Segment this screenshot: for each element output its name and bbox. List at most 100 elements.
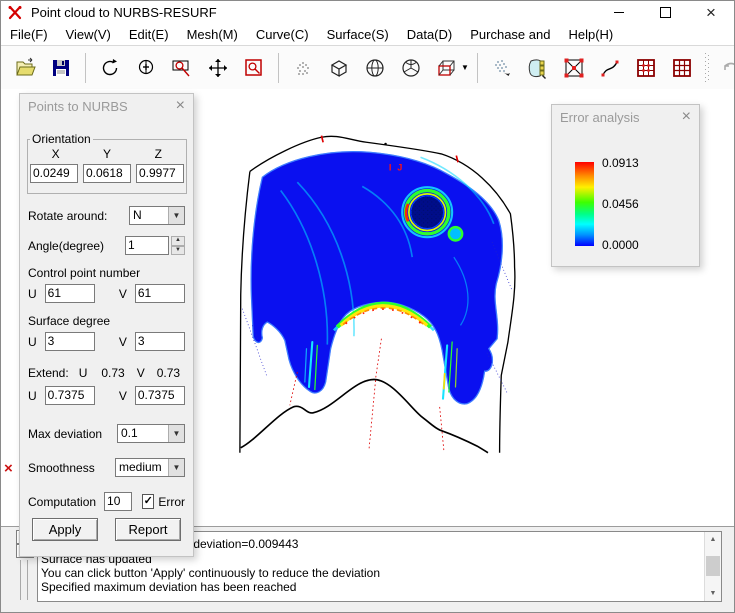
error-colorbar [575,162,594,246]
error-panel-close-icon[interactable]: × [682,109,691,125]
apply-button[interactable]: Apply [32,518,98,541]
computation-label: Computation [28,495,96,509]
grid-icon[interactable] [669,54,695,82]
max-deviation-select[interactable]: 0.1 ▼ [117,424,185,443]
v-label: V [119,335,127,349]
zoom-rect-icon[interactable] [169,54,195,82]
chevron-down-icon[interactable]: ▼ [168,459,184,476]
red-x-marker-icon: × [4,460,13,477]
open-icon[interactable] [12,54,38,82]
uv-marker-label: I J [389,163,404,173]
menu-edit[interactable]: Edit(E) [120,25,178,44]
points-to-nurbs-dialog: Points to NURBS × Orientation X Y Z 0.02… [19,93,194,557]
extend-v-field[interactable]: 0.7375 [135,386,185,405]
point-cloud-icon[interactable] [290,54,316,82]
orientation-legend: Orientation [30,132,93,146]
surface-grid-icon[interactable] [525,54,551,82]
control-point-u-field[interactable]: 61 [45,284,95,303]
chevron-down-icon[interactable]: ▼ [168,207,184,224]
menu-file[interactable]: File(F) [1,25,57,44]
window-title: Point cloud to NURBS-RESURF [31,5,217,20]
control-net-icon[interactable] [561,54,587,82]
error-panel-title-bar[interactable]: Error analysis × [552,105,699,129]
u-label: U [28,389,37,403]
menu-view[interactable]: View(V) [57,25,120,44]
cloud-to-surface-icon[interactable] [489,54,515,82]
sphere-u-icon[interactable] [362,54,388,82]
control-point-v-field[interactable]: 61 [135,284,185,303]
error-checkbox[interactable]: ✓ [142,494,154,509]
error-checkbox-label: Error [158,495,185,509]
status-bar [1,603,735,613]
smoothness-select[interactable]: medium ▼ [115,458,185,477]
u-label: U [28,335,37,349]
save-icon[interactable] [48,54,74,82]
menu-curve[interactable]: Curve(C) [247,25,318,44]
scrollbar-thumb[interactable] [706,556,720,576]
title-bar: Point cloud to NURBS-RESURF × [1,1,734,24]
menu-surface[interactable]: Surface(S) [318,25,398,44]
orientation-group: Orientation X Y Z 0.0249 0.0618 0.9977 [27,132,187,194]
spin-down-icon[interactable]: ▼ [171,246,185,256]
dialog-title-bar[interactable]: Points to NURBS × [20,94,193,118]
error-panel-title: Error analysis [560,110,639,125]
menu-help[interactable]: Help(H) [559,25,622,44]
output-dock-gripper[interactable] [20,560,28,600]
axis-x-label: X [30,147,81,161]
axis-y-label: Y [81,147,132,161]
toolbar: ▼ [1,46,734,90]
dialog-close-icon[interactable]: × [176,98,185,114]
toolbar-separator-dotted [704,53,710,83]
surface-degree-u-field[interactable]: 3 [45,332,95,351]
max-deviation-label: Max deviation [28,427,102,441]
rotate-around-label: Rotate around: [28,209,107,223]
app-icon [7,5,23,21]
menu-data[interactable]: Data(D) [398,25,462,44]
rotate-around-select[interactable]: N ▼ [129,206,185,225]
spin-up-icon[interactable]: ▲ [171,236,185,246]
scroll-up-icon[interactable]: ▲ [705,532,721,547]
orientation-y-field[interactable]: 0.0618 [83,164,131,183]
orientation-z-field[interactable]: 0.9977 [136,164,184,183]
log-line: Specified maximum deviation has been rea… [41,581,296,594]
error-scale-min: 0.0000 [602,238,639,252]
toolbar-separator [278,53,279,83]
chevron-down-icon[interactable]: ▼ [461,63,469,72]
app-window: Point cloud to NURBS-RESURF × File(F) Vi… [0,0,735,613]
wire-cube-icon[interactable] [434,54,460,82]
undo-icon[interactable] [719,54,734,82]
grid-points-icon[interactable] [633,54,659,82]
log-line: You can click button 'Apply' continuousl… [41,567,380,580]
box-icon[interactable] [326,54,352,82]
vertex-dot [384,143,386,145]
chevron-down-icon[interactable]: ▼ [168,425,184,442]
surface-degree-v-field[interactable]: 3 [135,332,185,351]
u-label: U [28,287,37,301]
close-button[interactable]: × [688,1,734,24]
extend-u-field[interactable]: 0.7375 [45,386,95,405]
curve-icon[interactable] [597,54,623,82]
computation-field[interactable]: 10 [104,492,132,511]
error-analysis-panel: Error analysis × 0.0913 0.0456 0.0000 [551,104,700,267]
zoom-extents-icon[interactable] [133,54,159,82]
surface-degree-label: Surface degree [28,314,110,328]
extend-label: Extend: [28,366,69,380]
sphere-v-icon[interactable] [398,54,424,82]
control-point-label: Control point number [28,266,140,280]
pan-icon[interactable] [205,54,231,82]
menu-mesh[interactable]: Mesh(M) [178,25,247,44]
report-button[interactable]: Report [115,518,181,541]
maximize-button[interactable] [642,1,688,24]
menu-purchase[interactable]: Purchase and [461,25,559,44]
scroll-down-icon[interactable]: ▼ [705,586,721,601]
angle-field[interactable]: 1 [125,236,169,255]
rotate-view-icon[interactable] [97,54,123,82]
extend-u-value: 0.73 [101,366,124,380]
angle-spinner[interactable]: ▲▼ [171,236,185,255]
smoothness-label: Smoothness [28,461,95,475]
zoom-window-icon[interactable] [241,54,267,82]
extend-v-label: V [137,366,145,380]
orientation-x-field[interactable]: 0.0249 [30,164,78,183]
output-scrollbar[interactable]: ▲ ▼ [704,532,721,601]
minimize-button[interactable] [596,1,642,24]
